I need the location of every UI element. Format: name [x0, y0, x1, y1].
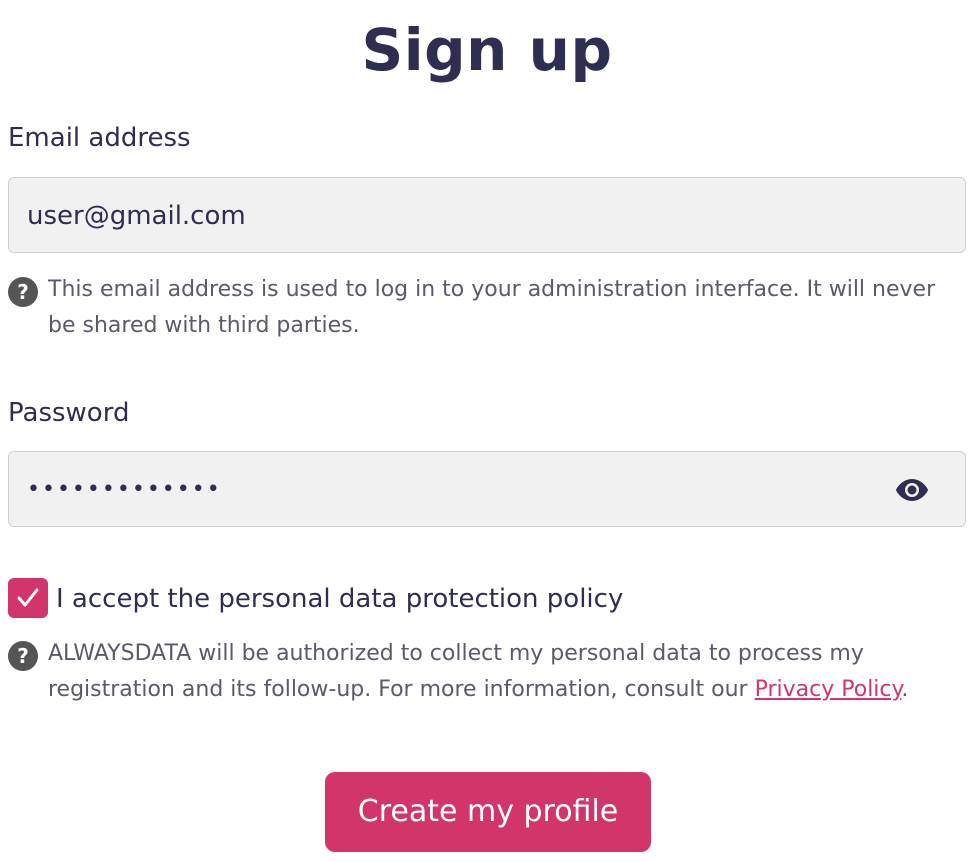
email-help: ? This email address is used to log in t… — [8, 272, 958, 344]
consent-label[interactable]: I accept the personal data protection po… — [56, 580, 623, 618]
page-title: Sign up — [361, 16, 613, 84]
email-label: Email address — [8, 123, 191, 153]
email-help-text: This email address is used to log in to … — [48, 277, 936, 338]
help-icon: ? — [8, 277, 38, 307]
password-label: Password — [8, 398, 130, 428]
email-value: user@gmail.com — [27, 201, 246, 231]
eye-icon[interactable] — [895, 478, 929, 502]
consent-help: ? ALWAYSDATA will be authorized to colle… — [8, 636, 958, 708]
password-masked-value: ••••••••••••• — [27, 477, 222, 502]
privacy-policy-link[interactable]: Privacy Policy — [755, 677, 902, 702]
consent-help-text: ALWAYSDATA will be authorized to collect… — [48, 636, 958, 708]
consent-checkbox[interactable] — [8, 578, 48, 618]
help-icon: ? — [8, 641, 38, 671]
create-profile-button[interactable]: Create my profile — [325, 772, 651, 852]
svg-text:?: ? — [17, 280, 29, 304]
email-field[interactable]: user@gmail.com — [8, 177, 966, 253]
checkmark-icon — [17, 588, 39, 607]
consent-help-suffix: . — [901, 677, 909, 702]
signup-page: Sign up Email address user@gmail.com ? T… — [0, 0, 974, 862]
password-field[interactable]: ••••••••••••• — [8, 451, 966, 527]
svg-text:?: ? — [17, 644, 29, 668]
consent-help-prefix: ALWAYSDATA will be authorized to collect… — [48, 641, 864, 702]
